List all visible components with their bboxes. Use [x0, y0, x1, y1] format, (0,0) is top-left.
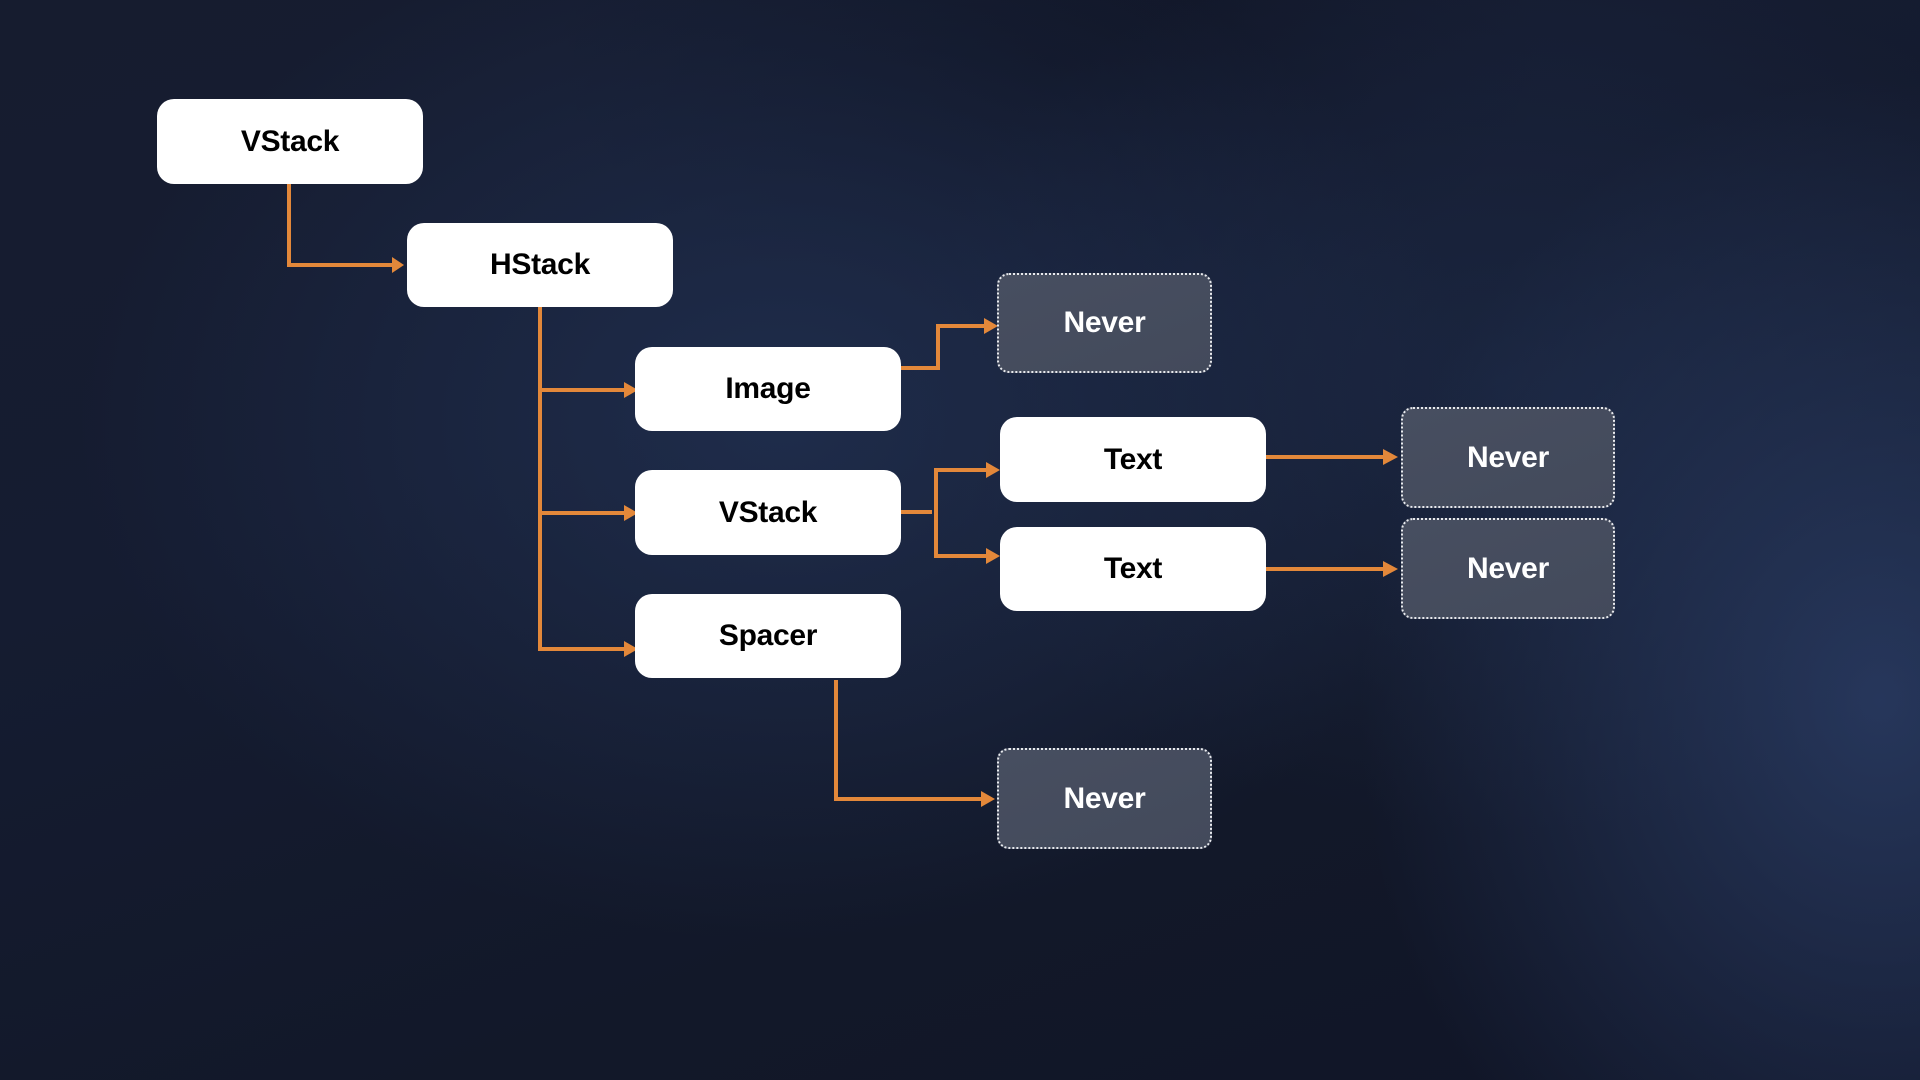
node-never-spacer: Never: [997, 748, 1212, 849]
node-label: Never: [1467, 440, 1549, 474]
edge-vstack-inner-to-texts: [901, 470, 938, 556]
node-label: VStack: [240, 124, 340, 158]
edge-vstack-inner-to-text-2: [934, 548, 1000, 564]
node-hstack: HStack: [407, 223, 673, 307]
node-image: Image: [635, 347, 901, 431]
node-never-text-2: Never: [1401, 518, 1615, 619]
node-text-1: Text: [1000, 417, 1266, 502]
node-never-text-1: Never: [1401, 407, 1615, 508]
node-label: Image: [725, 372, 811, 405]
node-vstack-root: VStack: [157, 99, 423, 184]
view-hierarchy-diagram: VStack HStack Image VStack Spacer Text T…: [0, 0, 1920, 1080]
node-label: Never: [1063, 306, 1146, 339]
edge-hstack-to-spacer: [538, 641, 638, 657]
node-label: Text: [1103, 442, 1163, 476]
node-label: Never: [1063, 781, 1146, 815]
node-spacer: Spacer: [635, 594, 901, 678]
node-label: Text: [1103, 552, 1163, 585]
node-text-2: Text: [1000, 527, 1266, 611]
edge-vstack-root-to-hstack: [287, 182, 404, 273]
edge-image-to-never: [901, 318, 998, 370]
node-label: Spacer: [718, 619, 818, 652]
node-label: VStack: [718, 495, 818, 529]
edge-text-2-to-never: [1263, 561, 1398, 577]
node-never-image: Never: [997, 273, 1212, 373]
edge-hstack-to-image: [538, 382, 638, 398]
edge-spacer-to-never: [834, 680, 995, 807]
edge-vstack-inner-to-text-1: [934, 462, 1000, 478]
node-vstack-inner: VStack: [635, 470, 901, 555]
node-label: Never: [1467, 551, 1549, 585]
node-label: HStack: [490, 248, 590, 281]
edge-hstack-to-vstack-inner: [538, 505, 638, 521]
edge-text-1-to-never: [1263, 449, 1398, 465]
